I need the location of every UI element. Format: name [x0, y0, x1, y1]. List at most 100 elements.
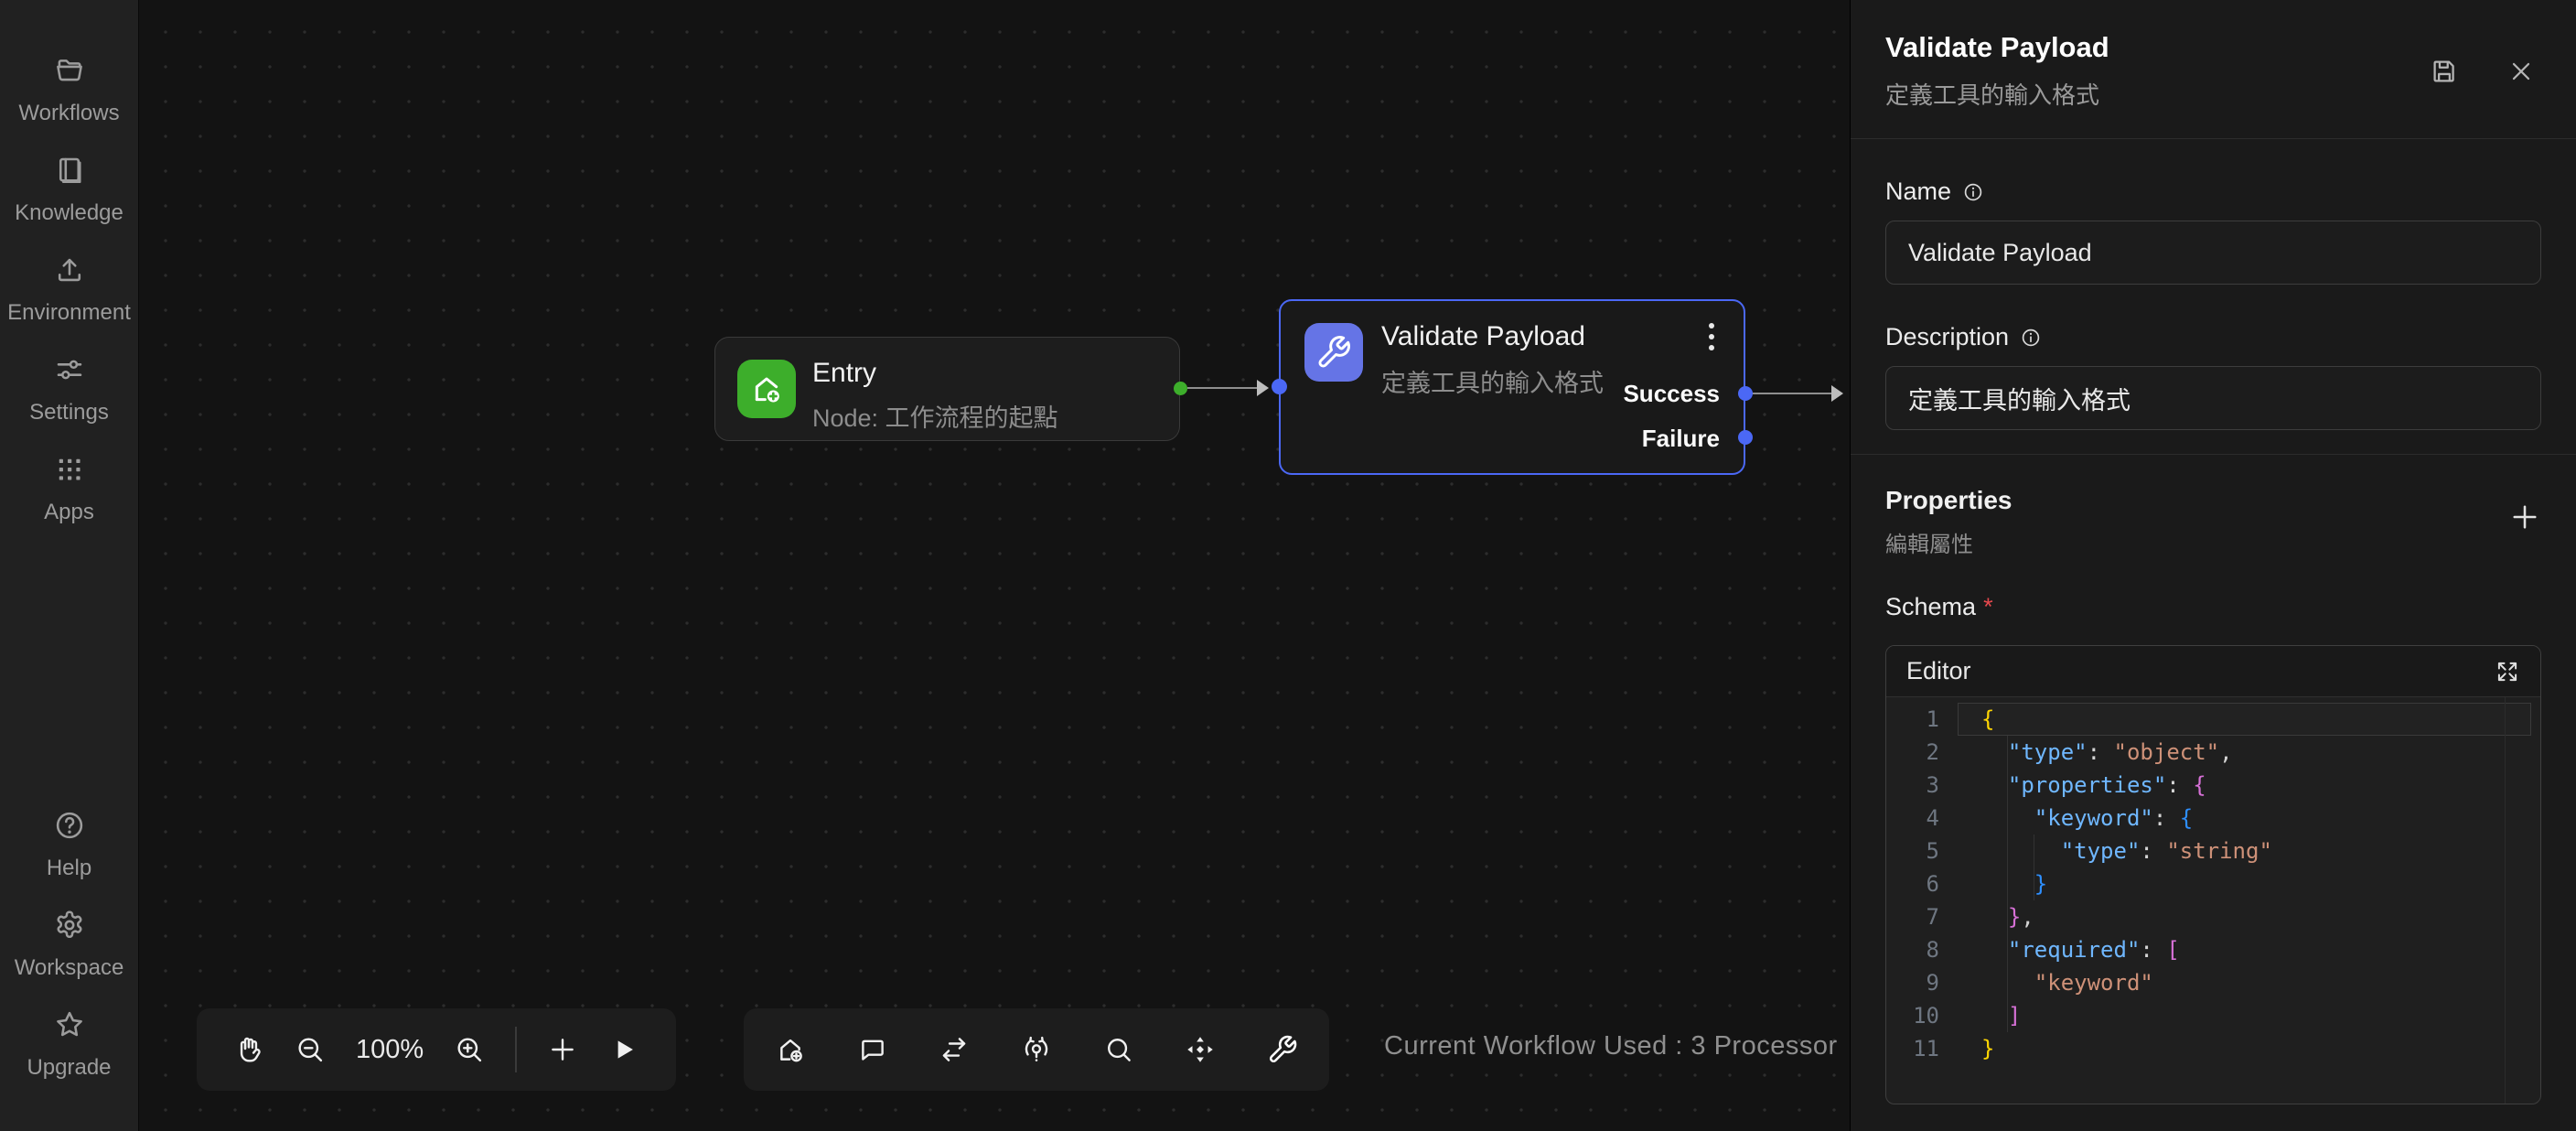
zoom-in-button[interactable]	[454, 1034, 485, 1065]
validate-input-handle[interactable]	[1272, 379, 1287, 394]
sidebar-item-label: Workflows	[18, 101, 119, 126]
code-text: }	[1958, 867, 2531, 900]
search-button[interactable]	[1103, 1034, 1134, 1065]
save-icon[interactable]	[2430, 57, 2459, 86]
editor-code-area[interactable]: 1{2 "type": "object",3 "properties": {4 …	[1886, 697, 2540, 1104]
schema-editor: Editor 1{2 "type": "object",3 "propertie…	[1885, 645, 2541, 1104]
schema-label-text: Schema	[1885, 593, 1976, 620]
sidebar-item-label: Workspace	[15, 955, 124, 981]
sidebar-bottom-group: Help Workspace Upgrade	[0, 795, 138, 1094]
house-plus-button[interactable]	[775, 1034, 806, 1065]
workflow-canvas[interactable]: Entry Node: 工作流程的起點 Validate Payload 定義工…	[139, 0, 1850, 1131]
name-field-label: Name	[1885, 178, 2541, 206]
sidebar-item-knowledge[interactable]: Knowledge	[0, 154, 138, 226]
info-icon[interactable]	[2020, 327, 2042, 349]
line-number: 11	[1886, 1032, 1958, 1065]
entry-node-icon	[737, 360, 796, 418]
properties-subtitle: 編輯屬性	[1885, 526, 2541, 558]
sidebar-item-workspace[interactable]: Workspace	[0, 909, 138, 981]
sidebar-item-upgrade[interactable]: Upgrade	[0, 1008, 138, 1081]
zoom-out-button[interactable]	[295, 1034, 326, 1065]
comment-button[interactable]	[857, 1034, 888, 1065]
code-line-6[interactable]: 6 }	[1886, 867, 2540, 900]
grid-icon	[53, 453, 86, 490]
code-line-7[interactable]: 7 },	[1886, 900, 2540, 933]
code-line-8[interactable]: 8 "required": [	[1886, 933, 2540, 966]
line-number: 10	[1886, 999, 1958, 1032]
add-node-button[interactable]	[547, 1034, 578, 1065]
name-field[interactable]	[1885, 221, 2541, 285]
validate-node-title: Validate Payload	[1381, 321, 1585, 352]
expand-icon[interactable]	[2495, 659, 2520, 684]
description-label-text: Description	[1885, 323, 2009, 351]
validate-node-icon	[1304, 323, 1363, 382]
node-validate-payload[interactable]: Validate Payload 定義工具的輸入格式 Success Failu…	[1279, 299, 1745, 475]
editor-title: Editor	[1906, 657, 1971, 685]
code-text: "type": "object",	[1958, 736, 2531, 769]
sidebar-item-environment[interactable]: Environment	[0, 253, 138, 326]
code-line-2[interactable]: 2 "type": "object",	[1886, 736, 2540, 769]
code-line-10[interactable]: 10 ]	[1886, 999, 2540, 1032]
node-entry[interactable]: Entry Node: 工作流程的起點	[714, 337, 1180, 441]
editor-header: Editor	[1886, 646, 2540, 697]
line-number: 8	[1886, 933, 1958, 966]
success-output-handle[interactable]	[1738, 386, 1753, 401]
sidebar-item-help[interactable]: Help	[0, 809, 138, 881]
line-number: 4	[1886, 802, 1958, 835]
sidebar-item-label: Upgrade	[27, 1055, 111, 1081]
failure-output-handle[interactable]	[1738, 430, 1753, 445]
failure-port-label: Failure	[1642, 425, 1720, 453]
code-line-4[interactable]: 4 "keyword": {	[1886, 802, 2540, 835]
sidebar-item-settings[interactable]: Settings	[0, 353, 138, 425]
pan-hand-button[interactable]	[233, 1034, 264, 1065]
code-line-3[interactable]: 3 "properties": {	[1886, 769, 2540, 802]
edge-arrowhead	[1257, 380, 1269, 396]
house-plus-icon	[748, 371, 785, 407]
workflow-app: Workflows Knowledge Environment Settings App…	[0, 0, 2576, 1131]
line-number: 7	[1886, 900, 1958, 933]
required-marker: *	[1983, 593, 1993, 620]
line-number: 2	[1886, 736, 1958, 769]
entry-node-subtitle: Node: 工作流程的起點	[812, 398, 1058, 434]
node-config-panel: Validate Payload 定義工具的輸入格式 Name Descript…	[1850, 0, 2576, 1131]
editor-scroll-track	[2505, 697, 2506, 1104]
swap-arrows-button[interactable]	[939, 1034, 970, 1065]
move-button[interactable]	[1185, 1034, 1216, 1065]
code-line-9[interactable]: 9 "keyword"	[1886, 966, 2540, 999]
sidebar-item-workflows[interactable]: Workflows	[0, 54, 138, 126]
sidebar-item-apps[interactable]: Apps	[0, 453, 138, 525]
properties-section: Properties 編輯屬性	[1885, 486, 2541, 558]
workflow-usage-status: Current Workflow Used : 3 Processor	[1384, 1031, 1838, 1061]
line-number: 9	[1886, 966, 1958, 999]
wrench-button[interactable]	[1267, 1034, 1298, 1065]
node-menu-icon[interactable]	[1709, 323, 1714, 350]
code-line-5[interactable]: 5 "type": "string"	[1886, 835, 2540, 867]
indent-guide	[2007, 736, 2008, 1032]
close-icon[interactable]	[2506, 57, 2536, 86]
run-workflow-button[interactable]	[608, 1034, 639, 1065]
description-field[interactable]	[1885, 366, 2541, 430]
code-text: "properties": {	[1958, 769, 2531, 802]
info-icon[interactable]	[1962, 181, 1984, 203]
panel-header: Validate Payload 定義工具的輸入格式	[1851, 0, 2576, 138]
entry-output-handle[interactable]	[1174, 382, 1187, 395]
line-number: 1	[1886, 703, 1958, 736]
sidebar-item-label: Environment	[7, 300, 131, 326]
sliders-icon	[53, 353, 86, 391]
code-text: {	[1958, 703, 2531, 736]
sidebar: Workflows Knowledge Environment Settings App…	[0, 0, 139, 1131]
beacon-button[interactable]	[1021, 1034, 1052, 1065]
code-line-1[interactable]: 1{	[1886, 703, 2540, 736]
add-property-button[interactable]	[2508, 501, 2541, 533]
code-text: }	[1958, 1032, 2531, 1065]
validate-node-subtitle: 定義工具的輸入格式	[1381, 363, 1604, 399]
code-text: },	[1958, 900, 2531, 933]
zoom-level: 100%	[356, 1035, 424, 1065]
sidebar-item-label: Help	[47, 856, 91, 881]
code-line-11[interactable]: 11}	[1886, 1032, 2540, 1065]
canvas-tools-toolbar	[744, 1008, 1329, 1091]
code-text: "required": [	[1958, 933, 2531, 966]
code-text: "keyword": {	[1958, 802, 2531, 835]
panel-body: Name Description Properties 編輯屬性 Schema *	[1851, 139, 2576, 1131]
edge-success-out	[1753, 393, 1831, 394]
